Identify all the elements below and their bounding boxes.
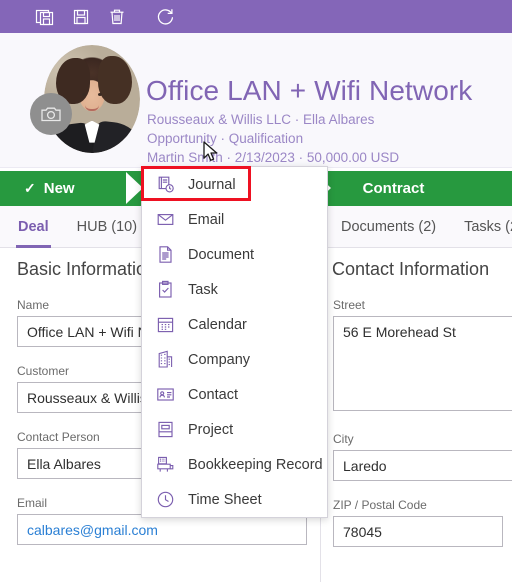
menu-item-company[interactable]: Company: [142, 342, 327, 377]
top-toolbar: [0, 0, 512, 33]
header-subline-owner: Martin Smith · 2/13/2023 · 50,000.00 USD: [147, 150, 400, 165]
document-icon: [156, 245, 175, 264]
tab-deal[interactable]: Deal: [4, 206, 63, 248]
menu-item-label: Calendar: [188, 316, 247, 333]
stage-contract[interactable]: Contract: [332, 171, 512, 206]
page-title: Office LAN + Wifi Network: [146, 75, 473, 106]
journal-icon: [156, 175, 175, 194]
menu-item-contact[interactable]: Contact: [142, 377, 327, 412]
record-header: Office LAN + Wifi Network Rousseaux & Wi…: [0, 33, 512, 199]
tab-label: Documents (2): [341, 218, 437, 235]
field-city: City Laredo: [333, 432, 512, 481]
menu-item-label: Journal: [188, 176, 236, 193]
tab-label: Tasks (2): [464, 218, 512, 235]
field-label: City: [333, 432, 354, 446]
menu-item-label: Document: [188, 246, 255, 263]
avatar[interactable]: [30, 43, 140, 155]
camera-icon[interactable]: [30, 93, 72, 135]
menu-item-bookkeeping-record[interactable]: Bookkeeping Record: [142, 447, 327, 482]
tab-documents[interactable]: Documents (2): [327, 206, 450, 248]
stage-label: New: [43, 180, 75, 197]
stage-new[interactable]: ✓ New: [0, 171, 146, 206]
tab-label: Deal: [18, 218, 49, 235]
field-label: Street: [333, 298, 366, 312]
menu-item-time-sheet[interactable]: Time Sheet: [142, 482, 327, 517]
header-subline-company: Rousseaux & Willis LLC · Ella Albares: [147, 112, 375, 127]
street-input[interactable]: 56 E Morehead St: [333, 316, 512, 411]
tab-tasks[interactable]: Tasks (2): [450, 206, 512, 248]
calendar-icon: [156, 315, 175, 334]
menu-item-document[interactable]: Document: [142, 237, 327, 272]
check-icon: ✓: [24, 180, 36, 196]
mouse-cursor: [203, 141, 220, 169]
field-zip: ZIP / Postal Code 78045: [333, 498, 503, 547]
clipboard-check-icon: [156, 280, 175, 299]
menu-item-label: Contact: [188, 386, 238, 403]
building-icon: [156, 350, 175, 369]
bookkeeping-icon: [156, 455, 175, 474]
menu-item-label: Project: [188, 421, 234, 438]
clock-icon: [156, 490, 175, 509]
basic-information-heading: Basic Information: [17, 259, 157, 279]
right-panel: Documents (2) Tasks (2) Contact Informat…: [320, 206, 512, 582]
add-new-menu: Journal Email Document Task Calendar Com…: [141, 166, 328, 518]
contact-information-heading: Contact Information: [332, 259, 490, 279]
menu-item-label: Company: [188, 351, 251, 368]
menu-item-label: Task: [188, 281, 218, 298]
field-label: ZIP / Postal Code: [333, 498, 427, 512]
zip-input[interactable]: 78045: [333, 516, 503, 547]
menu-item-email[interactable]: Email: [142, 202, 327, 237]
right-tab-row: Documents (2) Tasks (2): [321, 206, 512, 248]
delete-icon[interactable]: [102, 3, 132, 31]
menu-item-label: Time Sheet: [188, 491, 262, 508]
save-icon[interactable]: [66, 3, 96, 31]
refresh-icon[interactable]: [150, 3, 180, 31]
envelope-icon: [156, 210, 175, 229]
email-input[interactable]: calbares@gmail.com: [17, 514, 307, 545]
menu-item-project[interactable]: Project: [142, 412, 327, 447]
menu-item-task[interactable]: Task: [142, 272, 327, 307]
tab-hub[interactable]: HUB (10): [63, 206, 151, 248]
contact-card-icon: [156, 385, 175, 404]
city-input[interactable]: Laredo: [333, 450, 512, 481]
tab-label: HUB (10): [76, 218, 138, 235]
field-street: Street 56 E Morehead St: [333, 298, 512, 411]
stage-label: Contract: [362, 180, 425, 197]
menu-item-label: Bookkeeping Record: [188, 456, 323, 473]
project-icon: [156, 420, 175, 439]
menu-item-journal[interactable]: Journal: [142, 167, 327, 202]
header-subline-type: Opportunity · Qualification: [147, 131, 304, 146]
menu-item-label: Email: [188, 211, 225, 228]
menu-item-calendar[interactable]: Calendar: [142, 307, 327, 342]
save-and-new-icon[interactable]: [30, 3, 60, 31]
